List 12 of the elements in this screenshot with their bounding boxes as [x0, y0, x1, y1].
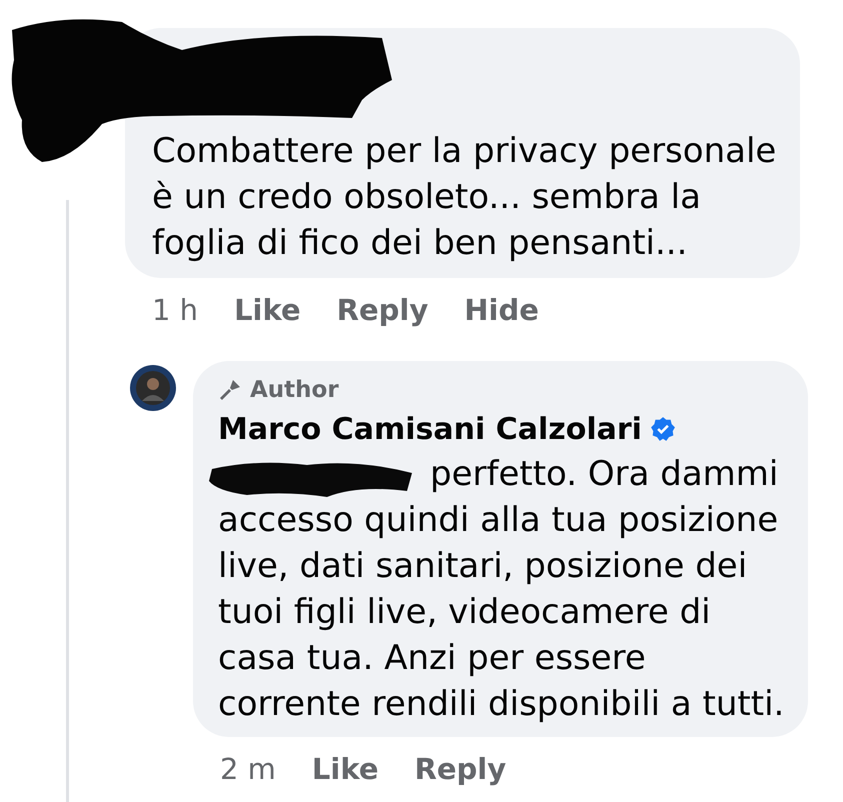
comment-text: perfetto. Ora dammi accesso quindi alla tua posizione live, dati sanitari, posizione dei tuoi figli live, videocamere di casa tua. Anzi per essere corrente rendili disponibili a tutti. — [218, 453, 786, 726]
comment-action-link[interactable]: Like — [234, 293, 301, 327]
comment-action-link[interactable]: Reply — [336, 293, 428, 327]
comment-time: 2 m — [220, 752, 276, 786]
comment-action-link[interactable]: Like — [312, 752, 379, 786]
comment-text: Combattere per la privacy personale è un credo obsoleto... sembra la foglia di fico dei ben pensanti... — [152, 130, 778, 265]
comment-time: 1 h — [152, 293, 198, 327]
comment-action-link[interactable]: Hide — [464, 293, 539, 327]
comment-action-link[interactable]: Reply — [414, 752, 506, 786]
author-label: Author — [250, 377, 339, 403]
author-name[interactable]: Marco Camisani Calzolari — [218, 412, 642, 446]
microphone-icon — [218, 378, 242, 402]
